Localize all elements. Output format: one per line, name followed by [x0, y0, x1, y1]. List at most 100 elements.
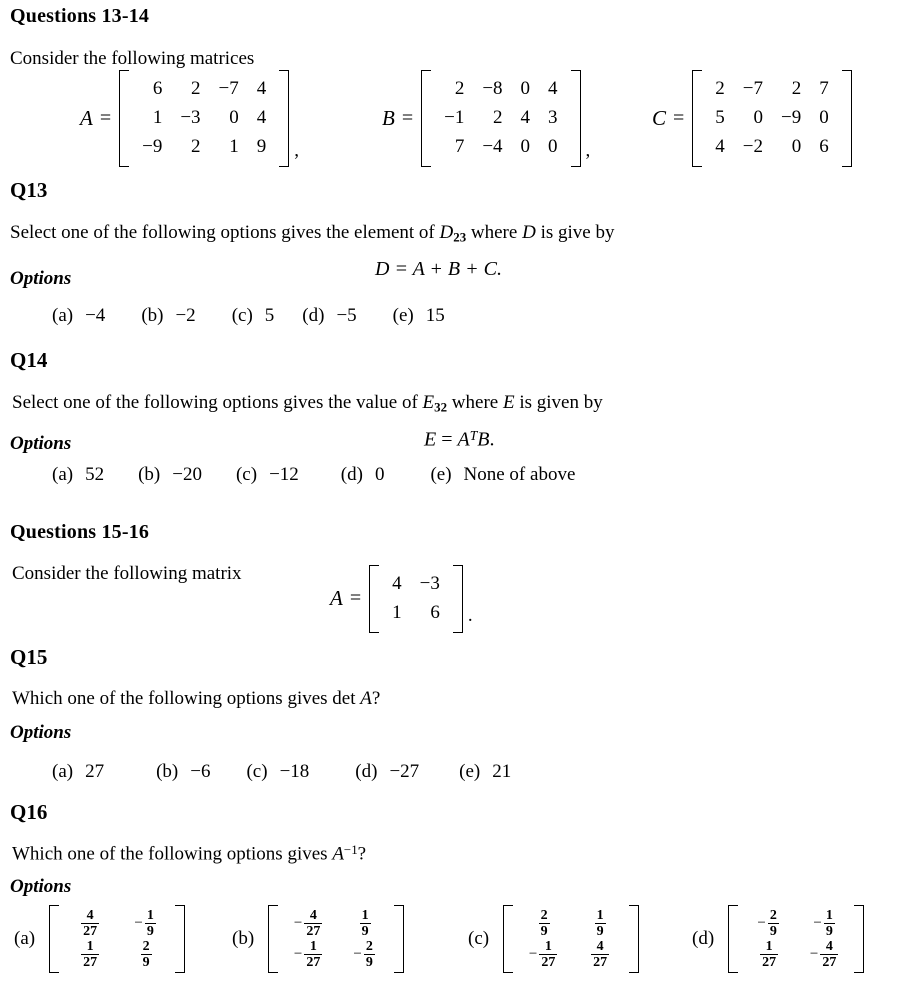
option-tag: (d) — [355, 761, 378, 782]
numerator: 4 — [309, 908, 317, 923]
q13-option-b[interactable]: (b) −2 — [141, 305, 195, 327]
q14-symbol-E: E — [422, 392, 435, 413]
matrix-cell: 0 — [791, 135, 802, 157]
fraction: 1 9 — [144, 908, 156, 940]
section-heading-questions-15-16: Questions 15-16 — [10, 521, 150, 543]
q15-option-c[interactable]: (c) −18 — [246, 761, 309, 783]
denominator: 9 — [144, 923, 156, 940]
option-value: 27 — [85, 761, 105, 782]
q13-prompt-pre: Select one of the following options give… — [10, 222, 440, 243]
q14-formula-period: . — [489, 428, 495, 451]
exam-page: Questions 13-14 Consider the following m… — [0, 0, 907, 981]
minus-sign: − — [293, 915, 303, 932]
q15-option-b[interactable]: (b) −6 — [156, 761, 210, 783]
fraction-cell: − 2 9 — [336, 939, 392, 970]
numerator: 4 — [825, 939, 833, 955]
fraction-cell: − 4 27 — [280, 908, 336, 939]
matrix-A2-grid: 4 −3 1 6 — [379, 565, 453, 633]
matrix-B-label: B — [382, 105, 395, 130]
option-tag: (c) — [231, 305, 253, 326]
option-value: 21 — [492, 761, 512, 782]
fraction: 1 27 — [304, 939, 323, 970]
matrix-B-bracket: 2 −8 0 4 −1 2 4 3 7 −4 0 0 — [421, 70, 580, 167]
numerator: 4 — [596, 939, 604, 955]
fraction: 4 27 — [81, 908, 100, 939]
q14-option-e[interactable]: (e) None of above — [430, 464, 575, 486]
minus-sign: − — [757, 915, 766, 932]
q16-option-a[interactable]: (a) 4 27 − 1 9 1 27 2 9 — [14, 905, 185, 973]
matrix-cell: 4 — [256, 106, 267, 128]
option-tag: (a) — [52, 464, 74, 485]
q16-option-d[interactable]: (d) − 2 9 − 1 9 1 27 − 4 27 — [692, 905, 864, 973]
q14-symbol-E2: E — [502, 392, 515, 413]
q14-subscript: 32 — [434, 399, 448, 415]
denominator: 27 — [81, 954, 100, 971]
matrix-B-trailing-comma: , — [585, 139, 591, 161]
option-tag: (c) — [468, 928, 490, 950]
option-value: −27 — [389, 761, 420, 782]
q16-prompt-pre: Which one of the following options gives — [12, 843, 333, 865]
matrix-cell: −4 — [482, 135, 503, 157]
denominator: 9 — [538, 923, 550, 940]
question-heading-q15: Q15 — [10, 645, 48, 669]
fraction-cell: − 1 9 — [796, 908, 852, 939]
q14-prompt: Select one of the following options give… — [12, 392, 603, 416]
q14-formula-A: A — [457, 428, 470, 451]
q16-option-b[interactable]: (b) − 4 27 1 9 − 1 27 − 2 9 — [232, 905, 404, 973]
fraction-cell: 4 27 — [61, 908, 117, 939]
q13-option-e[interactable]: (e) 15 — [393, 305, 445, 327]
matrix-cell: 4 — [548, 78, 558, 99]
question-heading-q14: Q14 — [10, 348, 48, 372]
matrix-cell: 0 — [520, 135, 531, 157]
q15-option-a[interactable]: (a) 27 — [52, 761, 104, 783]
denominator: 27 — [539, 954, 558, 971]
matrix-cell: −8 — [482, 78, 503, 99]
matrix-A2-label: A — [330, 586, 343, 611]
q14-option-a[interactable]: (a) 52 — [52, 464, 104, 486]
q15-option-e[interactable]: (e) 21 — [459, 761, 511, 783]
q15-option-d[interactable]: (d) −27 — [355, 761, 419, 783]
section-heading-questions-13-14: Questions 13-14 — [10, 5, 150, 27]
matrix-cell: 4 — [392, 573, 402, 594]
q15-symbol-A: A — [360, 688, 372, 709]
matrix-cell: 9 — [256, 135, 267, 157]
q13-option-c[interactable]: (c) 5 — [232, 305, 275, 327]
matrix-cell: 4 — [256, 78, 267, 99]
matrix-A-bracket: 6 2 −7 4 1 −3 0 4 −9 2 1 9 — [119, 70, 289, 167]
matrix-cell: 1 — [229, 135, 239, 157]
q14-options-row: (a) 52 (b) −20 (c) −12 (d) 0 (e) None of… — [52, 464, 575, 486]
q14-option-d[interactable]: (d) 0 — [341, 464, 385, 486]
matrix-cell: 1 — [392, 601, 402, 623]
matrix-A-label: A — [80, 105, 93, 130]
matrix-cell: 2 — [454, 78, 465, 99]
option-tag: (a) — [52, 761, 74, 782]
matrix-cell: 0 — [548, 135, 558, 157]
option-tag: (a) — [14, 928, 36, 950]
matrix-cell: 4 — [520, 106, 531, 128]
q13-options-label: Options — [10, 268, 72, 289]
q16-option-a-bracket: 4 27 − 1 9 1 27 2 9 — [49, 905, 185, 973]
matrix-cell: 7 — [454, 135, 465, 157]
minus-sign: − — [293, 946, 303, 963]
q14-option-b[interactable]: (b) −20 — [138, 464, 202, 486]
matrix-cell: −7 — [218, 78, 239, 99]
q16-option-d-grid: − 2 9 − 1 9 1 27 − 4 27 — [738, 905, 854, 973]
q14-option-c[interactable]: (c) −12 — [236, 464, 299, 486]
minus-sign: − — [134, 915, 143, 932]
option-tag: (d) — [302, 305, 325, 326]
q16-option-c-bracket: 2 9 1 9 − 1 27 4 27 — [503, 905, 639, 973]
fraction: 4 27 — [304, 908, 323, 940]
numerator: 2 — [540, 908, 548, 923]
q16-superscript: −1 — [343, 842, 358, 857]
matrix-cell: −3 — [180, 106, 201, 128]
matrix-cell: 2 — [715, 78, 725, 99]
matrix-C-label: C — [652, 105, 667, 130]
q13-option-d[interactable]: (d) −5 — [302, 305, 356, 327]
denominator: 27 — [304, 923, 323, 940]
q16-option-c[interactable]: (c) 2 9 1 9 − 1 27 4 27 — [468, 905, 639, 973]
question-heading-q13: Q13 — [10, 178, 48, 202]
q13-option-a[interactable]: (a) −4 — [52, 305, 105, 327]
consider-matrix-text: Consider the following matrix — [12, 563, 242, 584]
matrix-cell: −7 — [742, 78, 764, 99]
matrix-C-bracket: 2 −7 2 7 5 0 −9 0 4 −2 0 6 — [692, 70, 851, 167]
